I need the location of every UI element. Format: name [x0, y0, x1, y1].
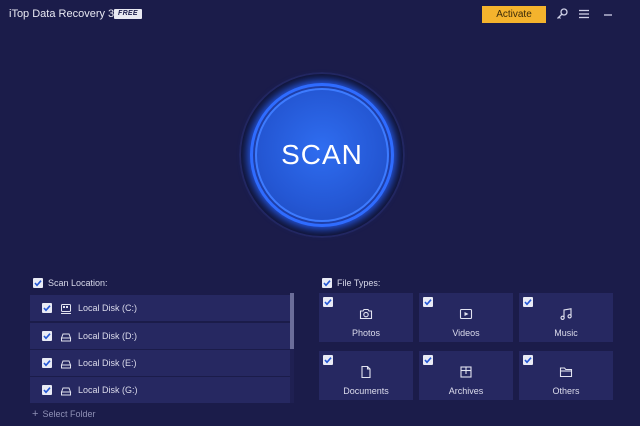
free-badge: FREE: [114, 9, 142, 19]
music-checkbox[interactable]: [523, 297, 533, 307]
file-type-documents[interactable]: Documents: [319, 351, 413, 400]
file-type-music[interactable]: Music: [519, 293, 613, 342]
archives-checkbox[interactable]: [423, 355, 433, 365]
file-type-videos[interactable]: Videos: [419, 293, 513, 342]
file-type-photos[interactable]: Photos: [319, 293, 413, 342]
file-types-checkbox[interactable]: [322, 278, 332, 288]
location-scrollbar[interactable]: [290, 293, 294, 403]
others-checkbox[interactable]: [523, 355, 533, 365]
disk-icon: [60, 330, 72, 342]
location-d-checkbox[interactable]: [42, 331, 52, 341]
photos-checkbox[interactable]: [323, 297, 333, 307]
scan-button[interactable]: SCAN: [255, 88, 389, 222]
location-g-label: Local Disk (G:): [78, 385, 138, 395]
documents-checkbox[interactable]: [323, 355, 333, 365]
file-types-label: File Types:: [337, 278, 381, 288]
key-icon[interactable]: [554, 6, 570, 22]
scan-location-label: Scan Location:: [48, 278, 108, 288]
minimize-icon[interactable]: [600, 6, 616, 22]
location-item-c[interactable]: Local Disk (C:): [30, 295, 290, 321]
location-c-checkbox[interactable]: [42, 303, 52, 313]
activate-button[interactable]: Activate: [482, 6, 546, 23]
camera-icon: [359, 307, 373, 321]
select-folder-button[interactable]: + Select Folder: [32, 408, 95, 420]
system-disk-icon: [60, 302, 72, 314]
app-title: iTop Data Recovery 3.0: [9, 8, 124, 20]
music-label: Music: [554, 328, 578, 338]
location-e-checkbox[interactable]: [42, 358, 52, 368]
folder-icon: [559, 365, 573, 379]
video-icon: [459, 307, 473, 321]
location-item-e[interactable]: Local Disk (E:): [30, 350, 290, 376]
disk-icon: [60, 384, 72, 396]
plus-icon: +: [32, 408, 39, 420]
videos-label: Videos: [452, 328, 480, 338]
others-label: Others: [552, 386, 580, 396]
documents-label: Documents: [343, 386, 389, 396]
location-c-label: Local Disk (C:): [78, 303, 138, 313]
archive-icon: [459, 365, 473, 379]
document-icon: [359, 365, 373, 379]
file-type-others[interactable]: Others: [519, 351, 613, 400]
location-item-d[interactable]: Local Disk (D:): [30, 323, 290, 349]
scan-button-wrapper: SCAN: [239, 72, 405, 238]
location-e-label: Local Disk (E:): [78, 358, 137, 368]
archives-label: Archives: [448, 386, 484, 396]
scan-location-list: Local Disk (C:) Local Disk (D:) Local Di…: [30, 293, 294, 403]
location-g-checkbox[interactable]: [42, 385, 52, 395]
title-bar: iTop Data Recovery 3.0 FREE Activate: [0, 0, 640, 28]
menu-icon[interactable]: [576, 6, 592, 22]
scrollbar-thumb[interactable]: [290, 293, 294, 349]
disk-icon: [60, 357, 72, 369]
videos-checkbox[interactable]: [423, 297, 433, 307]
scan-location-checkbox[interactable]: [33, 278, 43, 288]
location-item-g[interactable]: Local Disk (G:): [30, 377, 290, 403]
music-icon: [559, 307, 573, 321]
select-folder-label: Select Folder: [42, 409, 96, 419]
photos-label: Photos: [351, 328, 381, 338]
file-type-archives[interactable]: Archives: [419, 351, 513, 400]
location-d-label: Local Disk (D:): [78, 331, 138, 341]
